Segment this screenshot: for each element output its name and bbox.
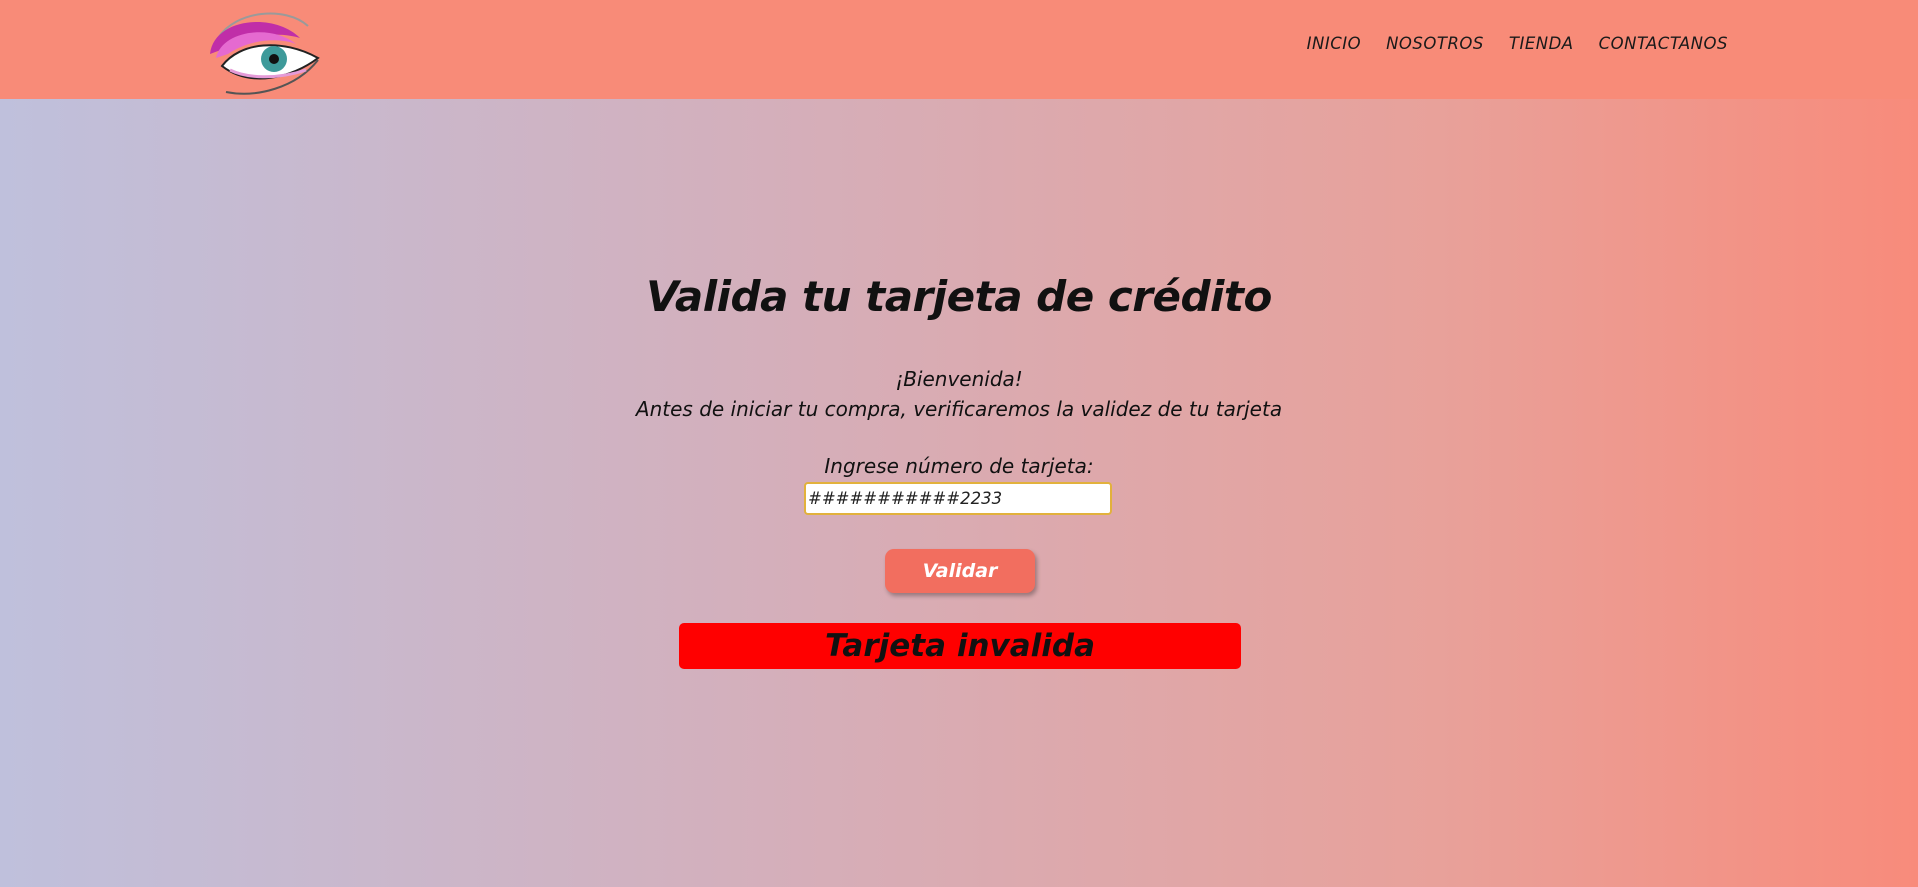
main-nav: INICIO NOSOTROS TIENDA CONTACTANOS <box>1307 34 1728 53</box>
result-message: Tarjeta invalida <box>679 623 1241 669</box>
nav-nosotros[interactable]: NOSOTROS <box>1386 34 1484 53</box>
welcome-text: ¡Bienvenida! <box>895 367 1023 391</box>
intro-text: ¡Bienvenida! Antes de iniciar tu compra,… <box>0 364 1918 424</box>
subtitle-text: Antes de iniciar tu compra, verificaremo… <box>635 397 1283 421</box>
card-number-input[interactable] <box>804 482 1112 515</box>
card-number-label: Ingrese número de tarjeta: <box>824 454 1094 478</box>
site-header: INICIO NOSOTROS TIENDA CONTACTANOS <box>0 0 1918 99</box>
page-title: Valida tu tarjeta de crédito <box>646 272 1272 321</box>
eye-makeup-logo[interactable] <box>196 8 322 100</box>
nav-inicio[interactable]: INICIO <box>1307 34 1361 53</box>
nav-contactanos[interactable]: CONTACTANOS <box>1599 34 1728 53</box>
validate-button[interactable]: Validar <box>885 549 1035 593</box>
nav-tienda[interactable]: TIENDA <box>1509 34 1574 53</box>
